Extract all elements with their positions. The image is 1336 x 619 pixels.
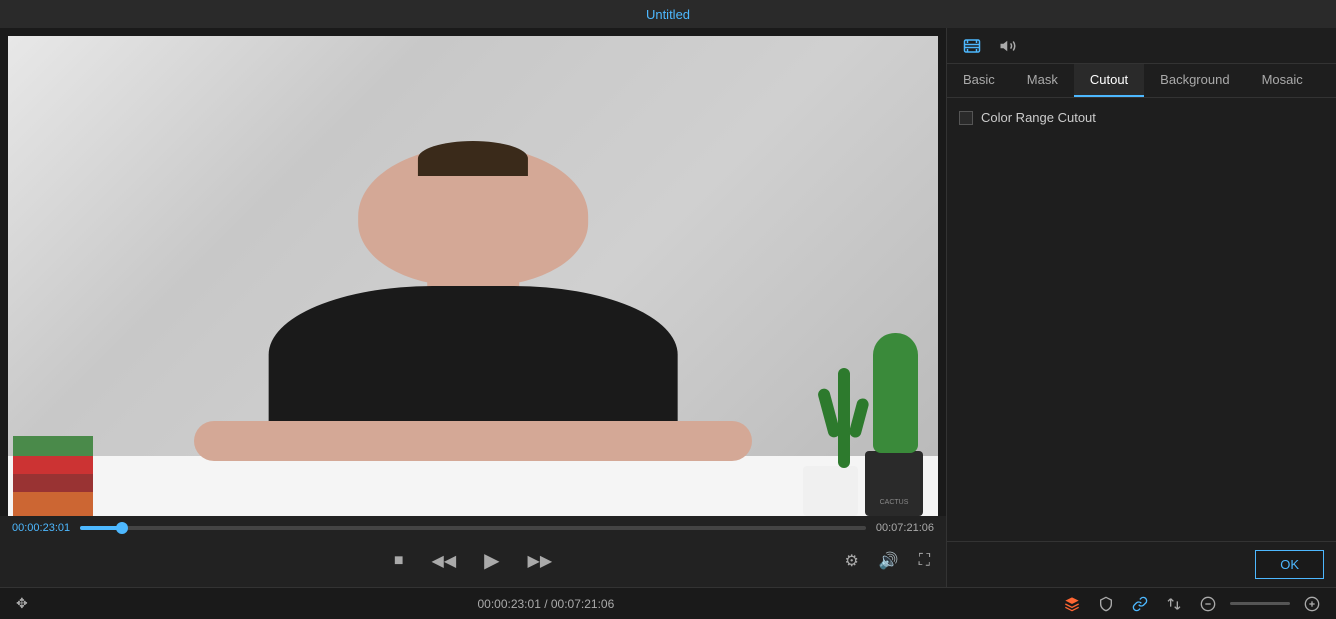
tab-mask[interactable]: Mask xyxy=(1011,64,1074,97)
film-icon-button[interactable] xyxy=(959,35,985,57)
minus-circle-button[interactable] xyxy=(1196,594,1220,614)
cactus-pot-dark xyxy=(865,451,923,516)
current-time-label: 00:00:23:01 xyxy=(12,522,70,534)
panel-footer: OK xyxy=(947,541,1336,587)
person-hair xyxy=(418,141,528,176)
video-controls: 00:00:23:01 00:07:21:06 ■ ◀◀ ▶ ▶▶ ⚙ 🔊 ⛶ xyxy=(0,516,946,587)
main-area: 00:00:23:01 00:07:21:06 ■ ◀◀ ▶ ▶▶ ⚙ 🔊 ⛶ xyxy=(0,28,1336,587)
settings-button[interactable]: ⚙ xyxy=(841,547,863,575)
swap-button[interactable] xyxy=(1162,594,1186,614)
cacti-decoration xyxy=(778,336,928,516)
tab-background[interactable]: Background xyxy=(1144,64,1245,97)
shield-icon xyxy=(1098,596,1114,612)
link-icon xyxy=(1132,596,1148,612)
zoom-slider[interactable] xyxy=(1230,602,1290,605)
person-figure xyxy=(217,146,729,458)
zoom-slider-container xyxy=(1230,602,1290,605)
plus-circle-button[interactable] xyxy=(1300,594,1324,614)
plus-circle-icon xyxy=(1304,596,1320,612)
minus-circle-icon xyxy=(1200,596,1216,612)
film-icon xyxy=(963,37,981,55)
right-panel: Basic Mask Cutout Background Mosaic Colo… xyxy=(946,28,1336,587)
step-back-button[interactable]: ◀◀ xyxy=(428,547,461,575)
total-time-label: 00:07:21:06 xyxy=(876,522,934,534)
layers-icon xyxy=(1064,596,1080,612)
tab-mosaic[interactable]: Mosaic xyxy=(1246,64,1319,97)
person-head xyxy=(358,146,588,286)
bottom-time-display: 00:00:23:01 / 00:07:21:06 xyxy=(48,597,1044,611)
book-orange xyxy=(13,492,93,516)
cactus-plant-right xyxy=(873,333,918,453)
volume-panel-button[interactable] xyxy=(995,35,1021,57)
swap-icon xyxy=(1166,596,1182,612)
panel-content: Color Range Cutout xyxy=(947,98,1336,541)
books-decoration xyxy=(8,436,108,516)
progress-thumb[interactable] xyxy=(116,522,128,534)
stop-button[interactable]: ■ xyxy=(390,548,408,574)
shield-button[interactable] xyxy=(1094,594,1118,614)
color-range-cutout-checkbox[interactable] xyxy=(959,111,973,125)
layers-button[interactable] xyxy=(1060,594,1084,614)
volume-button[interactable]: 🔊 xyxy=(875,547,903,575)
progress-bar[interactable] xyxy=(80,526,866,530)
volume-icon xyxy=(999,37,1017,55)
book-green xyxy=(13,436,93,456)
cursor-tool-button[interactable]: ✥ xyxy=(12,593,32,614)
tabs-row: Basic Mask Cutout Background Mosaic xyxy=(947,64,1336,98)
video-panel: 00:00:23:01 00:07:21:06 ■ ◀◀ ▶ ▶▶ ⚙ 🔊 ⛶ xyxy=(0,28,946,587)
book-red2 xyxy=(13,474,93,492)
progress-bar-row: 00:00:23:01 00:07:21:06 xyxy=(12,522,934,534)
play-button[interactable]: ▶ xyxy=(480,544,503,577)
book-red1 xyxy=(13,456,93,474)
person-arms xyxy=(194,421,752,461)
link-button[interactable] xyxy=(1128,594,1152,614)
color-range-cutout-row: Color Range Cutout xyxy=(959,110,1324,125)
color-range-cutout-label: Color Range Cutout xyxy=(981,110,1096,125)
tab-cutout[interactable]: Cutout xyxy=(1074,64,1144,97)
bottom-tools xyxy=(1060,594,1324,614)
video-container xyxy=(8,36,938,516)
title-bar: Untitled xyxy=(0,0,1336,28)
video-frame xyxy=(8,36,938,516)
cactus-plant-left xyxy=(838,368,850,468)
panel-header-icons xyxy=(947,28,1336,64)
cactus-pot-white xyxy=(803,466,858,516)
ok-button[interactable]: OK xyxy=(1255,550,1324,579)
bottom-bar: ✥ 00:00:23:01 / 00:07:21:06 xyxy=(0,587,1336,619)
tab-basic[interactable]: Basic xyxy=(947,64,1011,97)
step-forward-button[interactable]: ▶▶ xyxy=(524,547,557,575)
playback-controls-row: ■ ◀◀ ▶ ▶▶ ⚙ 🔊 ⛶ xyxy=(12,540,934,581)
fullscreen-button[interactable]: ⛶ xyxy=(915,548,934,574)
right-controls: ⚙ 🔊 ⛶ xyxy=(841,547,934,575)
window-title: Untitled xyxy=(646,7,690,22)
